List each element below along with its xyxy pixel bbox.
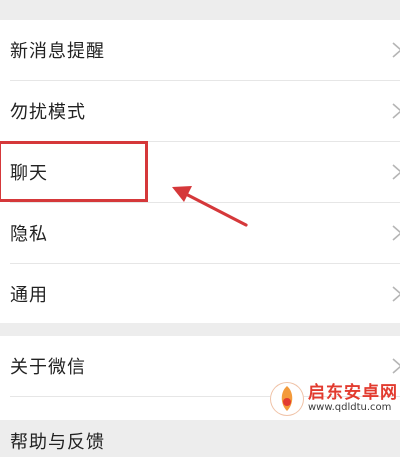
chevron-right-icon [392, 42, 400, 58]
chevron-right-icon [392, 164, 400, 180]
settings-item-label: 通用 [10, 285, 48, 306]
highlight-box [0, 141, 148, 202]
watermark-url: www.qdldtu.com [308, 401, 392, 413]
watermark-logo-icon [270, 382, 304, 416]
top-background [0, 0, 400, 20]
settings-item-label: 隐私 [10, 224, 48, 245]
settings-item-do-not-disturb[interactable]: 勿扰模式 [0, 81, 400, 141]
settings-item-general[interactable]: 通用 [0, 264, 400, 324]
pointer-arrow-icon [172, 186, 248, 227]
chevron-right-icon [392, 286, 400, 302]
settings-item-label: 新消息提醒 [10, 41, 105, 62]
chevron-right-icon [392, 225, 400, 241]
site-watermark: 启东安卓网 www.qdldtu.com [270, 378, 400, 420]
settings-item-label: 关于微信 [10, 357, 86, 378]
settings-item-label: 勿扰模式 [10, 102, 86, 123]
watermark-title: 启东安卓网 [308, 382, 398, 403]
chevron-right-icon [392, 358, 400, 374]
chevron-right-icon [392, 103, 400, 119]
settings-item-label: 帮助与反馈 [10, 432, 105, 453]
settings-item-new-message-alerts[interactable]: 新消息提醒 [0, 20, 400, 80]
